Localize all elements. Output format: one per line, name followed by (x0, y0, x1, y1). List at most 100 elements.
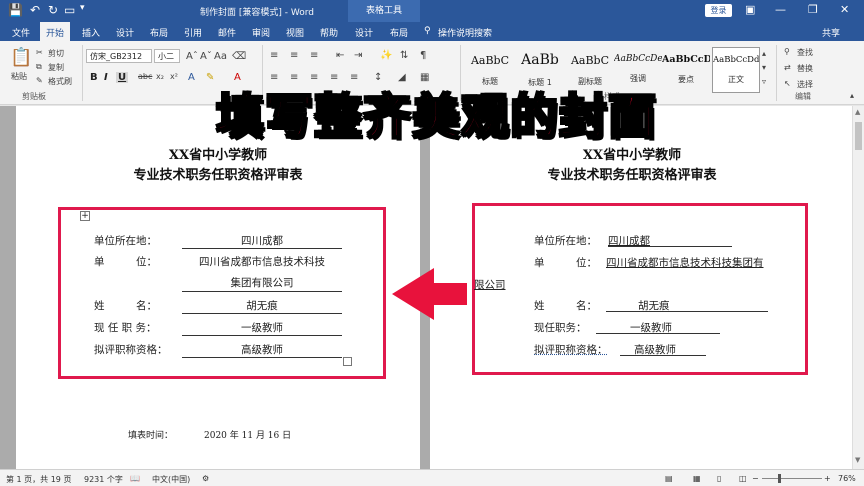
text-effects-icon[interactable]: A (188, 72, 195, 83)
tab-view[interactable]: 视图 (286, 26, 304, 39)
language-indicator[interactable]: 中文(中国) (152, 474, 190, 485)
page-count[interactable]: 第 1 页，共 19 页 (6, 474, 71, 485)
proofing-icon[interactable]: 📖 (130, 474, 140, 483)
superscript-icon[interactable]: x² (170, 72, 178, 81)
show-marks-icon[interactable]: ¶ (420, 50, 426, 61)
copy-icon[interactable]: ⧉ (36, 62, 42, 72)
style-normal[interactable]: AaBbCcDdI 正文 (712, 47, 760, 93)
tab-review[interactable]: 审阅 (252, 26, 270, 39)
style-strong[interactable]: AaBbCcD 要点 (662, 47, 710, 93)
line-spacing-icon[interactable]: ↕ (374, 72, 382, 83)
select-button[interactable]: 选择 (797, 79, 813, 90)
close-icon[interactable]: ✕ (840, 3, 849, 16)
scroll-up-icon[interactable]: ▲ (855, 108, 860, 116)
cut-icon[interactable]: ✂ (36, 48, 43, 57)
new-doc-icon[interactable]: ▭ (64, 3, 75, 17)
style-title[interactable]: AaBbC 标题 (466, 47, 514, 93)
multilevel-list-icon[interactable]: ≡ (310, 50, 318, 61)
style-subtitle[interactable]: AaBbC 副标题 (566, 47, 614, 93)
increase-indent-icon[interactable]: ⇥ (354, 50, 362, 61)
decrease-indent-icon[interactable]: ⇤ (336, 50, 344, 61)
zoom-in-icon[interactable]: + (824, 474, 831, 483)
zoom-level[interactable]: 76% (838, 474, 856, 483)
chinese-layout-icon[interactable]: ✨ (380, 50, 392, 61)
right-value-unit-line1[interactable]: 四川省成都市信息技术科技集团有 (606, 255, 764, 270)
replace-button[interactable]: 替换 (797, 63, 813, 74)
tab-design[interactable]: 设计 (116, 26, 134, 39)
left-value-name[interactable]: 胡无痕 (182, 298, 342, 313)
justify-icon[interactable]: ≡ (330, 72, 338, 83)
find-icon[interactable]: ⚲ (784, 47, 790, 56)
copy-button[interactable]: 复制 (48, 62, 64, 73)
share-button[interactable]: 共享 (822, 26, 840, 39)
align-center-icon[interactable]: ≡ (290, 72, 298, 83)
tab-table-design[interactable]: 设计 (355, 26, 373, 39)
vertical-scrollbar[interactable]: ▲ ▼ (852, 106, 864, 469)
left-value-unit-line2[interactable]: 集团有限公司 (182, 275, 342, 290)
tab-references[interactable]: 引用 (184, 26, 202, 39)
ribbon-display-icon[interactable]: ▣ (745, 3, 755, 16)
format-painter-button[interactable]: 格式刷 (48, 76, 72, 87)
table-resize-handle-icon[interactable] (343, 357, 352, 366)
scroll-down-icon[interactable]: ▼ (855, 456, 860, 464)
numbering-icon[interactable]: ≡ (290, 50, 298, 61)
strikethrough-icon[interactable]: abc (138, 72, 152, 81)
print-layout-icon[interactable]: ▯ (717, 474, 721, 483)
find-button[interactable]: 查找 (797, 47, 813, 58)
tab-help[interactable]: 帮助 (320, 26, 338, 39)
bold-icon[interactable]: B (90, 72, 98, 83)
align-right-icon[interactable]: ≡ (310, 72, 318, 83)
minimize-icon[interactable]: — (775, 3, 786, 16)
tab-insert[interactable]: 插入 (82, 26, 100, 39)
paste-button[interactable]: 粘贴 (11, 71, 27, 82)
bullets-icon[interactable]: ≡ (270, 50, 278, 61)
redo-icon[interactable]: ↻ (48, 3, 58, 17)
styles-scroll-up-icon[interactable]: ▴ (762, 49, 766, 58)
collapse-ribbon-icon[interactable]: ▴ (850, 91, 854, 100)
maximize-icon[interactable]: ❐ (808, 3, 818, 16)
font-name-select[interactable]: 仿宋_GB2312 (86, 49, 152, 63)
accessibility-icon[interactable]: ⚙ (202, 474, 209, 483)
replace-icon[interactable]: ⇄ (784, 63, 791, 72)
format-painter-icon[interactable]: ✎ (36, 76, 43, 85)
paste-icon[interactable]: 📋 (10, 47, 32, 68)
tab-layout[interactable]: 布局 (150, 26, 168, 39)
distributed-icon[interactable]: ≡ (350, 72, 358, 83)
cut-button[interactable]: 剪切 (48, 48, 64, 59)
change-case-icon[interactable]: Aa (214, 51, 227, 62)
tab-home[interactable]: 开始 (40, 22, 71, 41)
customize-qa-icon[interactable]: ▾ (80, 3, 85, 13)
borders-icon[interactable]: ▦ (420, 72, 429, 83)
read-mode-icon[interactable]: ▦ (693, 474, 701, 483)
zoom-slider-track[interactable] (762, 478, 822, 479)
shading-icon[interactable]: ◢ (398, 72, 406, 83)
zoom-out-icon[interactable]: − (752, 474, 759, 483)
font-size-select[interactable]: 小二 (154, 49, 180, 63)
styles-more-icon[interactable]: ▿ (762, 77, 766, 86)
styles-scroll-down-icon[interactable]: ▾ (762, 63, 766, 72)
undo-icon[interactable]: ↶ (30, 3, 40, 17)
right-value-unit-line2[interactable]: 限公司 (474, 277, 506, 292)
style-heading1[interactable]: AaBb 标题 1 (516, 47, 564, 93)
tab-mailings[interactable]: 邮件 (218, 26, 236, 39)
focus-mode-icon[interactable]: ▤ (665, 474, 673, 483)
zoom-slider-thumb[interactable] (778, 474, 781, 483)
italic-icon[interactable]: I (104, 72, 108, 83)
login-button[interactable]: 登录 (705, 4, 732, 17)
left-value-position[interactable]: 一级教师 (182, 320, 342, 335)
scroll-thumb[interactable] (855, 122, 862, 150)
clear-format-icon[interactable]: ⌫ (232, 51, 246, 62)
highlight-icon[interactable]: ✎ (206, 72, 214, 83)
tab-table-layout[interactable]: 布局 (390, 26, 408, 39)
left-value-title[interactable]: 高级教师 (182, 342, 342, 357)
font-color-icon[interactable]: A (234, 72, 241, 83)
style-emphasis[interactable]: AaBbCcDe 强调 (614, 47, 662, 93)
left-value-unit-line1[interactable]: 四川省成都市信息技术科技 (182, 254, 342, 269)
align-left-icon[interactable]: ≡ (270, 72, 278, 83)
sort-icon[interactable]: ⇅ (400, 50, 408, 61)
tab-file[interactable]: 文件 (12, 26, 30, 39)
save-icon[interactable]: 💾 (8, 3, 23, 17)
subscript-icon[interactable]: x₂ (156, 72, 164, 81)
shrink-font-icon[interactable]: Aˇ (200, 51, 212, 62)
select-icon[interactable]: ↖ (784, 79, 791, 88)
